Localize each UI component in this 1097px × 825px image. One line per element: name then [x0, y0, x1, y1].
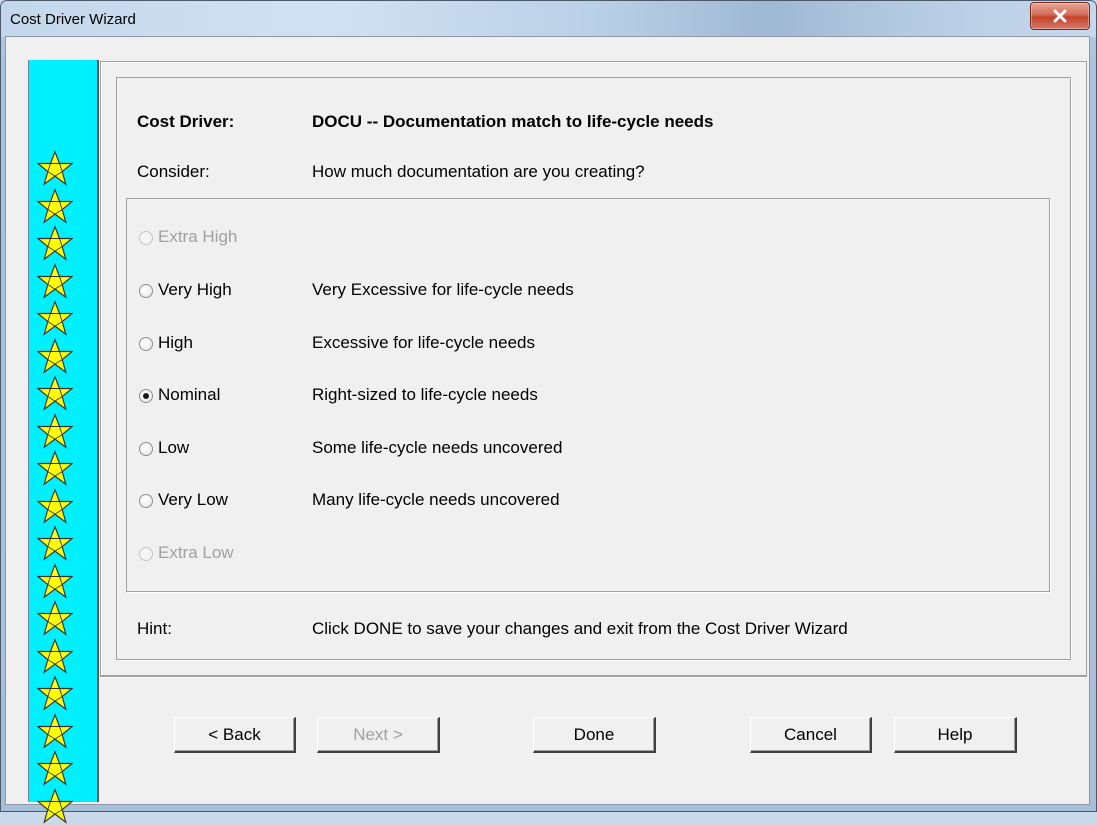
- rating-radio[interactable]: [139, 494, 153, 508]
- star-icon: [37, 150, 73, 186]
- cost-driver-value: DOCU -- Documentation match to life-cycl…: [312, 112, 714, 131]
- star-icon: [37, 225, 73, 261]
- rating-label[interactable]: Very High: [158, 280, 232, 300]
- rating-radio[interactable]: [139, 442, 153, 456]
- star-icon: [37, 487, 73, 524]
- title-bar[interactable]: Cost Driver Wizard: [1, 1, 1096, 37]
- rating-label: Extra Low: [158, 543, 234, 562]
- star-icon: [37, 187, 73, 224]
- consider-label: Consider:: [137, 162, 210, 181]
- rating-label[interactable]: High: [158, 333, 193, 353]
- star-icon: [37, 450, 73, 486]
- rating-description: Many life-cycle needs uncovered: [312, 490, 560, 509]
- rating-radio[interactable]: [139, 284, 153, 298]
- star-icon: [37, 337, 73, 374]
- star-icon: [37, 600, 73, 636]
- rating-description: Very Excessive for life-cycle needs: [312, 280, 574, 299]
- star-icon: [37, 675, 73, 711]
- star-icon: [37, 712, 73, 749]
- rating-radio: [139, 231, 153, 245]
- star-column: [37, 150, 87, 825]
- next-button[interactable]: Next >: [317, 717, 440, 753]
- star-icon: [37, 412, 73, 449]
- rating-description: Excessive for life-cycle needs: [312, 333, 535, 352]
- help-button[interactable]: Help: [894, 717, 1017, 753]
- cancel-button[interactable]: Cancel: [750, 717, 872, 753]
- star-icon: [37, 525, 73, 561]
- back-button[interactable]: < Back: [174, 717, 296, 753]
- rating-label: Extra High: [158, 227, 238, 246]
- star-icon: [37, 787, 73, 824]
- rating-group-box: [126, 198, 1050, 592]
- window-title: Cost Driver Wizard: [10, 11, 136, 28]
- star-strip: [28, 60, 99, 824]
- rating-description: Right-sized to life-cycle needs: [312, 385, 538, 404]
- star-icon: [37, 262, 73, 299]
- close-icon: [1053, 9, 1067, 23]
- done-button[interactable]: Done: [533, 717, 656, 753]
- star-icon: [37, 300, 73, 336]
- star-icon: [37, 637, 73, 674]
- rating-radio: [139, 547, 153, 561]
- star-icon: [37, 375, 73, 411]
- rating-description: Some life-cycle needs uncovered: [312, 438, 563, 457]
- star-icon: [37, 562, 73, 599]
- rating-radio[interactable]: [139, 337, 153, 351]
- hint-text: Click DONE to save your changes and exit…: [312, 619, 848, 638]
- hint-label: Hint:: [137, 619, 172, 638]
- rating-label[interactable]: Nominal: [158, 385, 220, 405]
- cost-driver-label: Cost Driver:: [137, 112, 235, 131]
- rating-label[interactable]: Very Low: [158, 490, 228, 510]
- button-separator: [100, 675, 1087, 678]
- rating-label[interactable]: Low: [158, 438, 189, 458]
- consider-value: How much documentation are you creating?: [312, 162, 645, 181]
- rating-radio[interactable]: [139, 389, 153, 403]
- star-icon: [37, 750, 73, 786]
- close-button[interactable]: [1030, 2, 1090, 30]
